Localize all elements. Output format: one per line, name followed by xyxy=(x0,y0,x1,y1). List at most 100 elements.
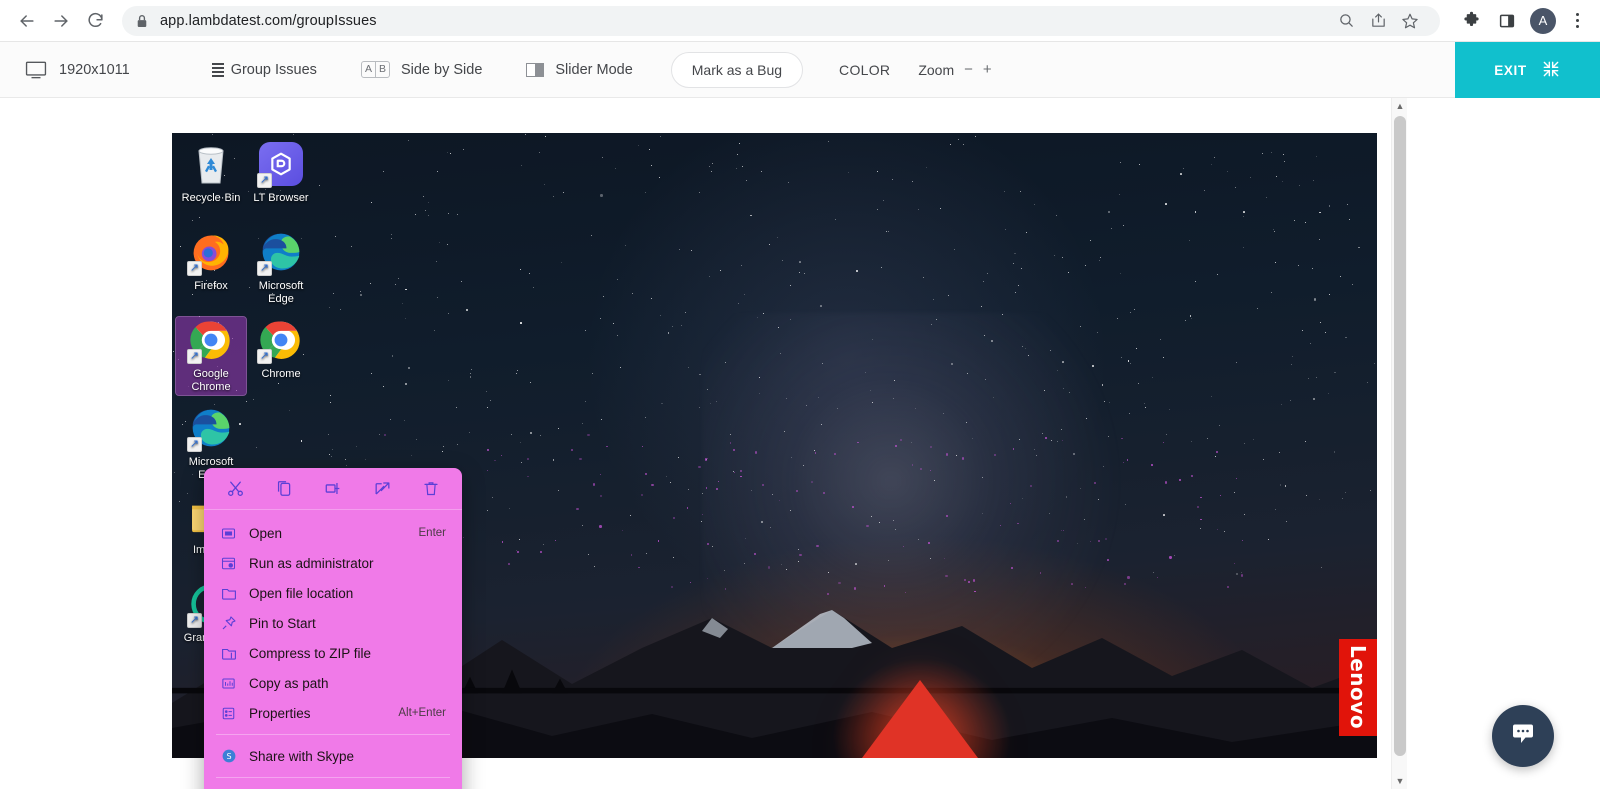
context-menu-item-share-with-skype[interactable]: S Share with Skype xyxy=(204,741,462,771)
browser-toolbar: app.lambdatest.com/groupIssues A xyxy=(0,0,1600,42)
red-tent xyxy=(862,680,978,758)
lambdatest-toolbar: 1920x1011 Group Issues AB Side by Side S… xyxy=(0,42,1600,98)
exit-label: EXIT xyxy=(1494,63,1526,78)
lock-icon xyxy=(136,14,148,28)
share-icon[interactable] xyxy=(1364,7,1392,35)
copy-path-icon xyxy=(220,675,237,692)
context-menu-item-label: Share with Skype xyxy=(249,749,434,764)
desktop-icon-label: Microsoft Edge xyxy=(246,280,316,306)
desktop-icon-label: Recycle·Bin xyxy=(176,192,246,205)
context-menu[interactable]: Open Enter Run as administrator Open fil… xyxy=(204,468,462,789)
mark-as-bug-button[interactable]: Mark as a Bug xyxy=(671,52,803,88)
shortcut-overlay-icon: ↗ xyxy=(187,613,202,628)
zoom-out-button[interactable]: − xyxy=(964,61,973,78)
context-menu-item-open[interactable]: Open Enter xyxy=(204,518,462,548)
context-menu-item-compress-to-zip-file[interactable]: Compress to ZIP file xyxy=(204,638,462,668)
zoom-controls: Zoom − + xyxy=(910,61,991,78)
screenshot-viewport: Recycle·Bin ↗ LT Browser ↗ xyxy=(0,98,1600,789)
context-menu-item-show-more-options[interactable]: Show more options Shift+F10 xyxy=(204,784,462,789)
side-by-side-label: Side by Side xyxy=(397,62,482,78)
slider-mode-button[interactable]: Slider Mode xyxy=(504,62,654,78)
firefox-icon: ↗ xyxy=(188,229,234,275)
desktop-icon-label: Firefox xyxy=(176,280,246,293)
pin-icon xyxy=(220,615,237,632)
zoom-in-button[interactable]: + xyxy=(983,61,992,78)
shortcut-overlay-icon: ↗ xyxy=(187,437,202,452)
shortcut-overlay-icon: ↗ xyxy=(187,349,202,364)
monitor-icon xyxy=(25,61,47,79)
desktop-icon-firefox[interactable]: ↗ Firefox xyxy=(176,229,246,293)
desktop-icon-label: Google Chrome xyxy=(176,368,246,394)
group-issues-label: Group Issues xyxy=(231,62,317,78)
context-menu-item-run-as-administrator[interactable]: Run as administrator xyxy=(204,548,462,578)
context-menu-item-shortcut: Enter xyxy=(419,527,447,539)
recycle-bin-icon xyxy=(188,141,234,187)
context-menu-item-properties[interactable]: Properties Alt+Enter xyxy=(204,698,462,728)
desktop-icon-lt-browser[interactable]: ↗ LT Browser xyxy=(246,141,316,205)
context-menu-item-label: Pin to Start xyxy=(249,616,434,631)
lenovo-logo-text: Lenovo xyxy=(1346,645,1370,729)
rename-icon[interactable] xyxy=(316,474,350,504)
desktop-icon-label: Chrome xyxy=(246,368,316,381)
google-chrome-icon: ↗ xyxy=(188,317,234,363)
viewport-scrollbar[interactable]: ▲ ▼ xyxy=(1391,98,1407,789)
three-dot-menu-icon[interactable] xyxy=(1564,6,1590,36)
context-menu-separator xyxy=(216,734,450,735)
scrollbar-thumb[interactable] xyxy=(1394,116,1406,756)
context-menu-separator xyxy=(216,777,450,778)
share-icon[interactable] xyxy=(365,474,399,504)
side-panel-icon[interactable] xyxy=(1492,6,1522,36)
slider-mode-label: Slider Mode xyxy=(551,62,632,78)
exit-button[interactable]: EXIT xyxy=(1455,42,1600,98)
side-by-side-button[interactable]: AB Side by Side xyxy=(339,61,504,78)
list-icon xyxy=(212,63,224,77)
google-chrome-icon: ↗ xyxy=(258,317,304,363)
zoom-label: Zoom xyxy=(918,62,954,78)
context-menu-item-pin-to-start[interactable]: Pin to Start xyxy=(204,608,462,638)
group-issues-button[interactable]: Group Issues xyxy=(190,62,339,78)
address-bar[interactable]: app.lambdatest.com/groupIssues xyxy=(122,6,1440,36)
context-menu-item-label: Run as administrator xyxy=(249,556,434,571)
trash-icon[interactable] xyxy=(414,474,448,504)
context-menu-item-copy-as-path[interactable]: Copy as path xyxy=(204,668,462,698)
resolution-label: 1920x1011 xyxy=(59,62,130,78)
chat-support-button[interactable] xyxy=(1492,705,1554,767)
address-bar-url: app.lambdatest.com/groupIssues xyxy=(160,13,377,29)
microsoft-edge-icon: ↗ xyxy=(188,405,234,451)
properties-icon xyxy=(220,705,237,722)
resolution-display: 1920x1011 xyxy=(25,61,130,79)
forward-button[interactable] xyxy=(44,4,78,38)
desktop-icon-google-chrome-selected[interactable]: ↗ Google Chrome xyxy=(176,317,246,395)
reload-button[interactable] xyxy=(78,4,112,38)
context-menu-item-label: Properties xyxy=(249,706,386,721)
copy-icon[interactable] xyxy=(267,474,301,504)
shortcut-overlay-icon: ↗ xyxy=(257,173,272,188)
collapse-arrows-icon xyxy=(1541,59,1561,82)
shield-admin-icon xyxy=(220,555,237,572)
chat-bubble-icon xyxy=(1507,718,1539,755)
zoom-out-icon[interactable] xyxy=(1332,7,1360,35)
desktop-icon-chrome-2[interactable]: ↗ Chrome xyxy=(246,317,316,381)
scroll-up-arrow-icon[interactable]: ▲ xyxy=(1392,98,1408,114)
microsoft-edge-icon: ↗ xyxy=(258,229,304,275)
lt-browser-icon: ↗ xyxy=(258,141,304,187)
slider-icon xyxy=(526,63,544,77)
extensions-puzzle-icon[interactable] xyxy=(1456,6,1486,36)
shortcut-overlay-icon: ↗ xyxy=(187,261,202,276)
context-menu-item-label: Compress to ZIP file xyxy=(249,646,434,661)
desktop-icon-recycle-bin[interactable]: Recycle·Bin xyxy=(176,141,246,205)
avatar[interactable]: A xyxy=(1528,6,1558,36)
context-menu-item-label: Open xyxy=(249,526,407,541)
desktop-icon-microsoft-edge[interactable]: ↗ Microsoft Edge xyxy=(246,229,316,306)
svg-text:S: S xyxy=(226,752,231,761)
bookmark-star-icon[interactable] xyxy=(1396,7,1424,35)
ab-compare-icon: AB xyxy=(361,61,390,78)
skype-icon: S xyxy=(220,748,237,765)
scroll-down-arrow-icon[interactable]: ▼ xyxy=(1392,773,1408,789)
color-button[interactable]: COLOR xyxy=(819,62,910,78)
context-menu-toolbar xyxy=(204,468,462,510)
back-button[interactable] xyxy=(10,4,44,38)
context-menu-item-label: Open file location xyxy=(249,586,434,601)
context-menu-item-open-file-location[interactable]: Open file location xyxy=(204,578,462,608)
scissors-icon[interactable] xyxy=(218,474,252,504)
